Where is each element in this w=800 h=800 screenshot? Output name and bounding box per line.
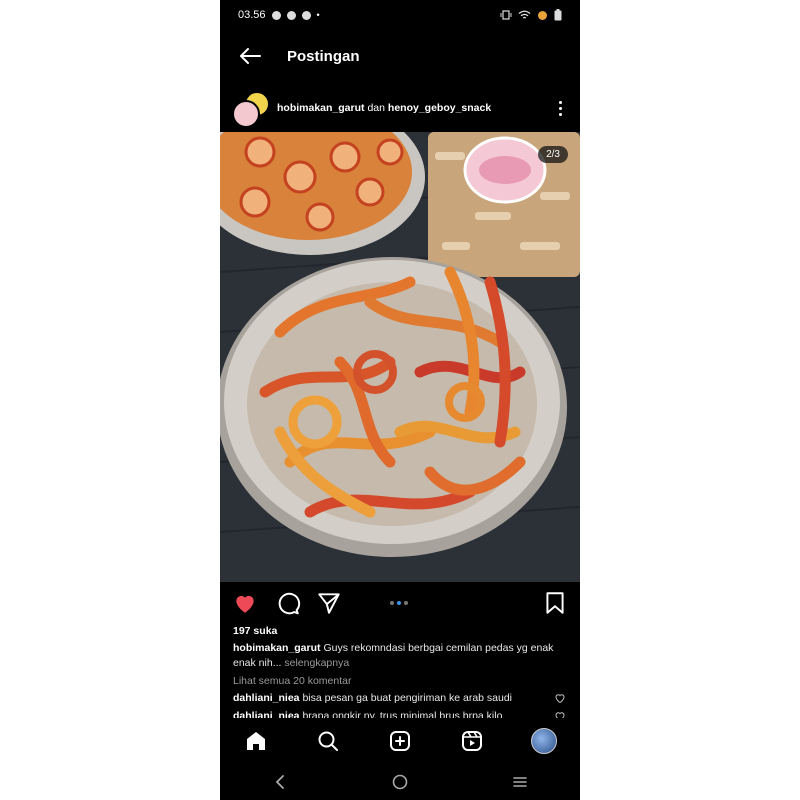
- post-header: hobimakan_garut dan henoy_geboy_snack: [220, 86, 580, 130]
- caption-more-link[interactable]: selengkapnya: [284, 657, 349, 669]
- collab-username-link[interactable]: henoy_geboy_snack: [388, 102, 491, 114]
- carousel-indicator: [390, 601, 408, 605]
- nav-reels-button[interactable]: [459, 728, 485, 754]
- notification-icon: [271, 10, 281, 20]
- sync-icon: [301, 10, 311, 20]
- post-caption: hobimakan_garut Guys rekomndasi berbgai …: [233, 641, 563, 671]
- bottom-navigation: [220, 718, 580, 764]
- heart-icon: [236, 595, 254, 613]
- nav-profile-button[interactable]: [531, 728, 557, 754]
- share-button[interactable]: [316, 590, 342, 616]
- like-count[interactable]: 197 suka: [233, 625, 277, 637]
- system-navigation: [220, 764, 580, 800]
- caption-username[interactable]: hobimakan_garut: [233, 642, 321, 654]
- save-button[interactable]: [542, 590, 568, 616]
- nav-home-button[interactable]: [243, 728, 269, 754]
- like-button[interactable]: [232, 590, 258, 616]
- carousel-counter: 2/3: [538, 146, 568, 163]
- plus-square-icon: [390, 731, 410, 751]
- page-title: Postingan: [287, 47, 360, 65]
- avatar: [531, 728, 557, 754]
- comment-text: bisa pesan ga buat pengiriman ke arab sa…: [302, 692, 513, 704]
- avatar: [232, 100, 260, 128]
- comment-button[interactable]: [275, 590, 301, 616]
- back-button[interactable]: [230, 36, 270, 76]
- system-back-icon[interactable]: [272, 774, 288, 790]
- more-options-button[interactable]: [552, 96, 568, 120]
- nav-search-button[interactable]: [315, 728, 341, 754]
- vibrate-icon: [500, 10, 512, 20]
- comment-like-icon[interactable]: [554, 692, 566, 704]
- battery-icon: [554, 9, 562, 21]
- status-time: 03.56: [238, 9, 266, 21]
- reels-icon: [462, 731, 482, 751]
- post-actions: [220, 586, 580, 620]
- comment-username[interactable]: dahliani_niea: [233, 692, 300, 704]
- home-icon: [247, 732, 265, 750]
- app-header: Postingan: [220, 36, 580, 76]
- comment-row: dahliani_niea bisa pesan ga buat pengiri…: [233, 692, 563, 704]
- send-icon: [318, 593, 340, 614]
- data-saver-icon: [538, 10, 547, 20]
- nav-create-button[interactable]: [387, 728, 413, 754]
- clock-icon: [286, 10, 296, 20]
- conjunction-text: dan: [367, 102, 385, 114]
- collab-avatars[interactable]: [232, 88, 272, 128]
- author-username-link[interactable]: hobimakan_garut: [277, 102, 365, 114]
- snack-photo: [220, 132, 580, 582]
- view-all-comments-link[interactable]: Lihat semua 20 komentar: [233, 675, 351, 687]
- post-authors: hobimakan_garut dan henoy_geboy_snack: [277, 102, 491, 114]
- phone-screen: 03.56 • Postingan hobimakan_garut dan he…: [220, 0, 580, 800]
- more-notifications-icon: •: [316, 10, 320, 20]
- status-bar: 03.56 •: [220, 0, 580, 30]
- bookmark-icon: [546, 592, 564, 614]
- more-vertical-icon: [558, 100, 562, 104]
- arrow-left-icon: [240, 48, 261, 64]
- system-recents-icon[interactable]: [512, 774, 528, 790]
- search-icon: [318, 731, 338, 751]
- comment-icon: [278, 592, 301, 615]
- wifi-icon: [518, 10, 531, 19]
- system-home-icon[interactable]: [392, 774, 408, 790]
- post-image[interactable]: 2/3: [220, 132, 580, 582]
